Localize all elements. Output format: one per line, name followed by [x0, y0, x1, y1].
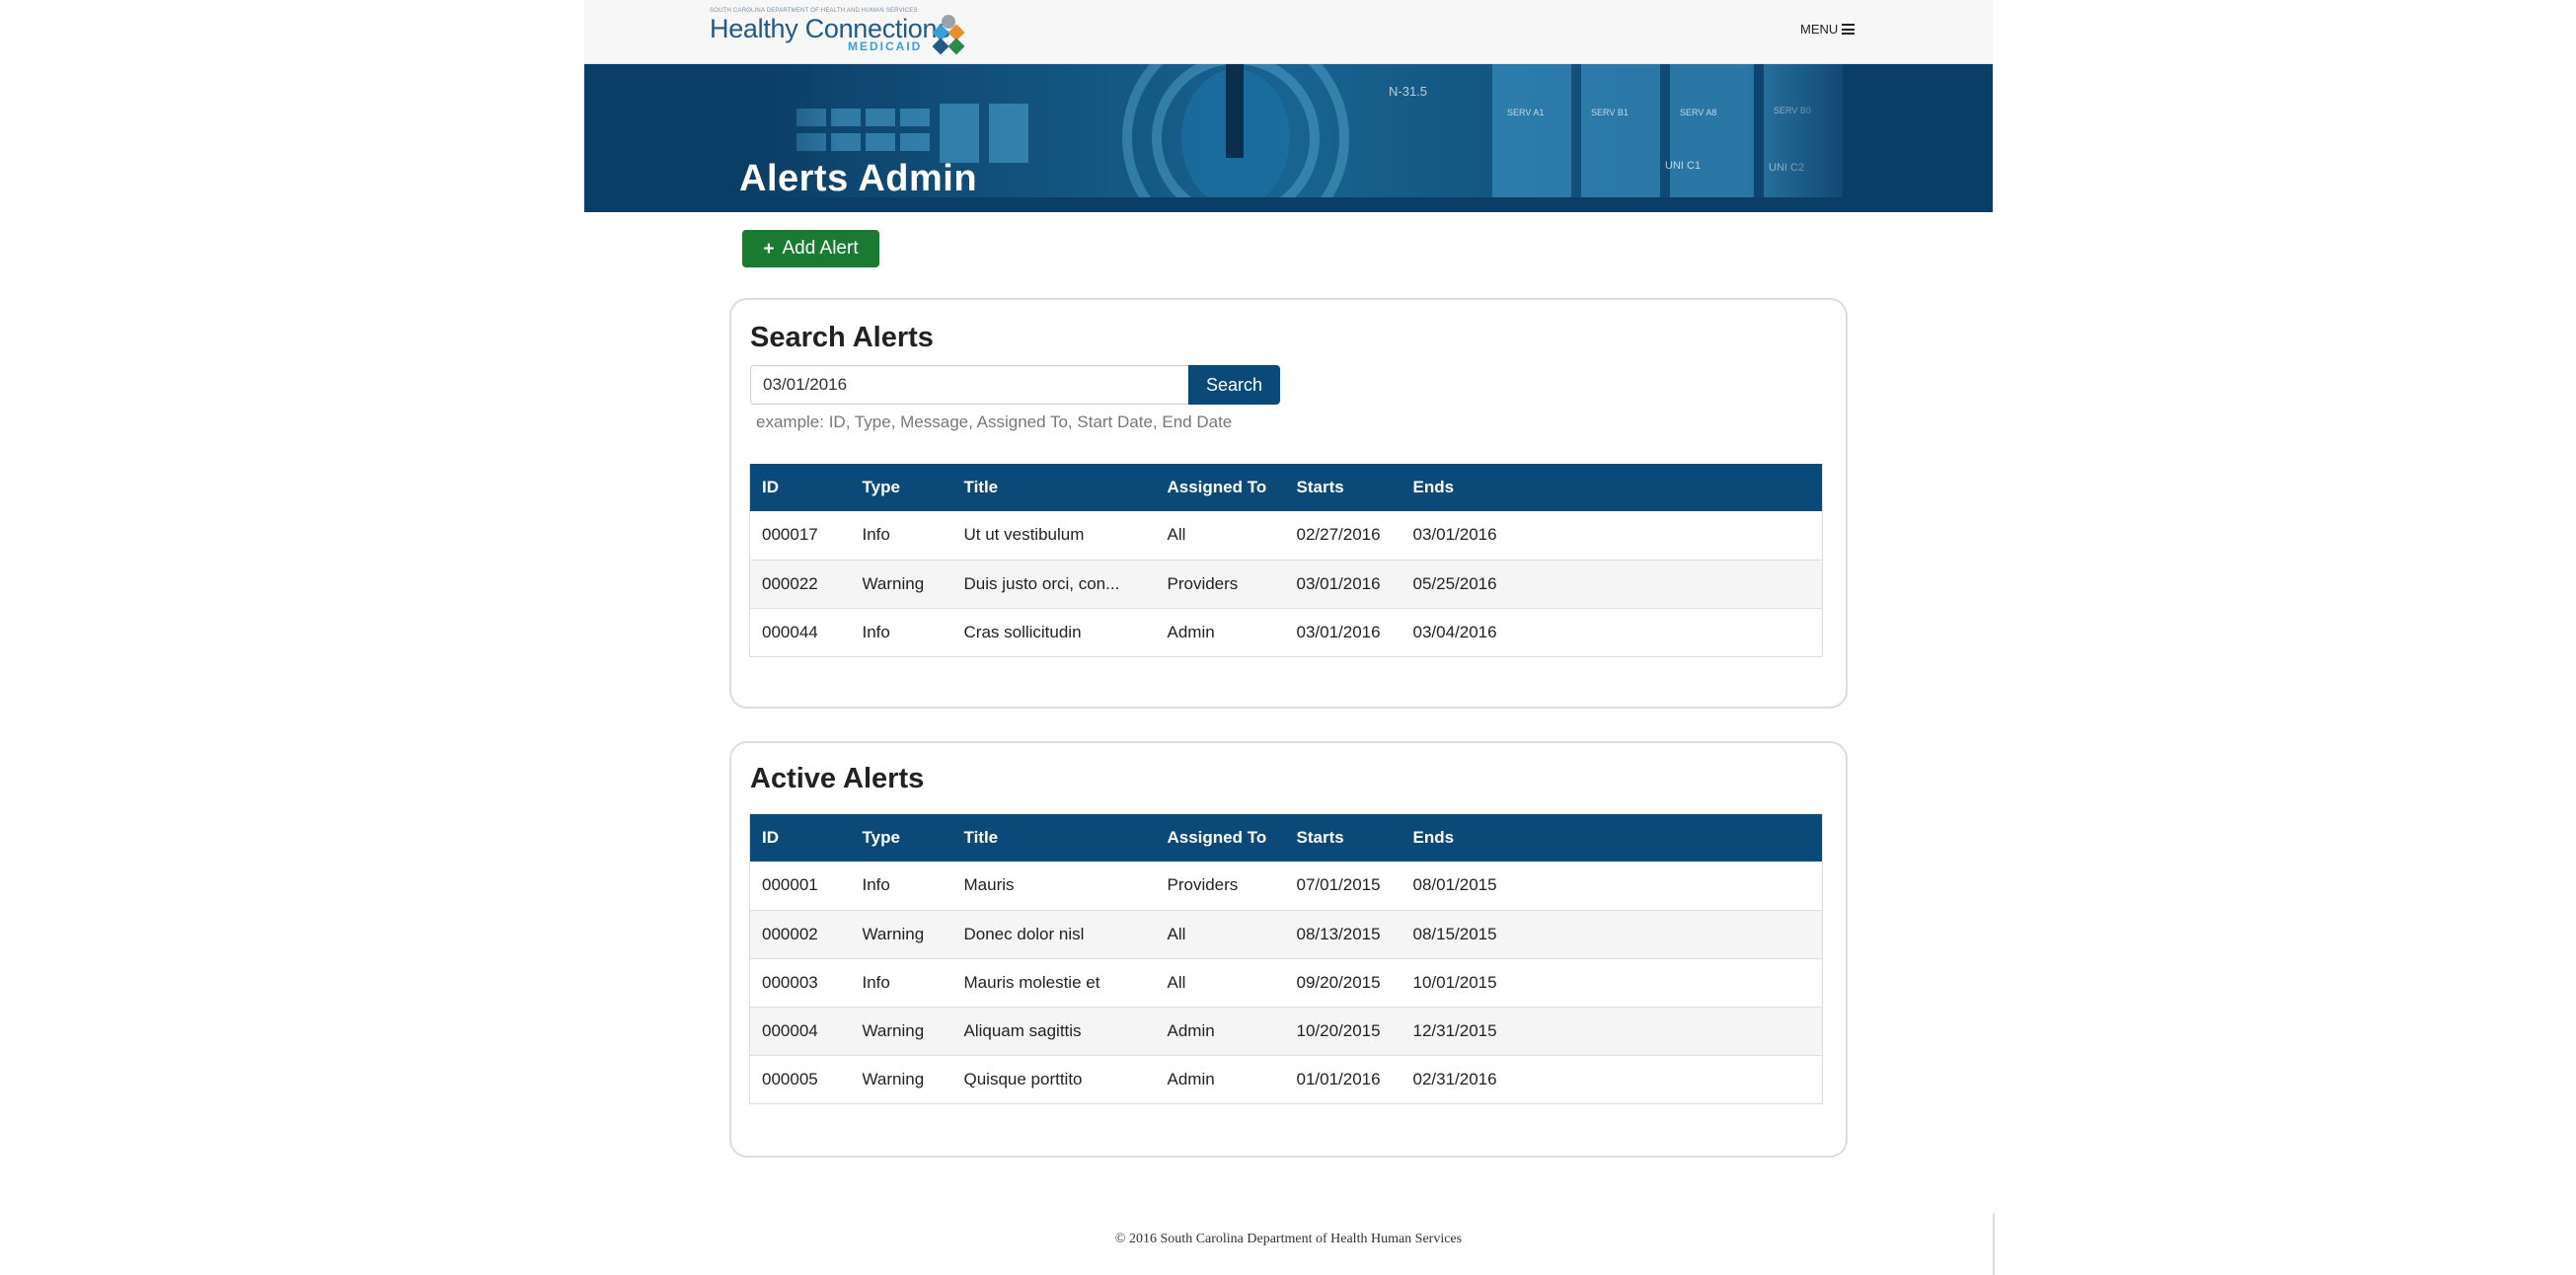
site-header: SOUTH CAROLINA DEPARTMENT OF HEALTH AND … [584, 0, 1993, 64]
column-header-id[interactable]: ID [749, 814, 851, 862]
cell-assigned-to: Providers [1155, 862, 1285, 911]
cell-title: Mauris molestie et [951, 958, 1156, 1008]
cell-title: Duis justo orci, con... [951, 560, 1156, 609]
column-header-ends[interactable]: Ends [1401, 814, 1823, 862]
cell-starts: 03/01/2016 [1284, 608, 1402, 657]
cell-starts: 09/20/2015 [1284, 958, 1402, 1008]
table-row[interactable]: 000017 Info Ut ut vestibulum All 02/27/2… [749, 511, 1823, 561]
hamburger-icon [1842, 24, 1856, 35]
cell-assigned-to: All [1155, 910, 1285, 959]
column-header-starts[interactable]: Starts [1284, 814, 1402, 862]
cell-starts: 07/01/2015 [1284, 862, 1402, 911]
search-input[interactable] [750, 365, 1188, 405]
cell-assigned-to: Admin [1155, 1007, 1285, 1056]
search-hint: example: ID, Type, Message, Assigned To,… [756, 412, 1233, 431]
cell-id: 000003 [749, 958, 851, 1008]
table-row[interactable]: 000022 Warning Duis justo orci, con... P… [749, 560, 1823, 609]
cell-ends: 05/25/2016 [1401, 560, 1823, 609]
search-alerts-heading: Search Alerts [750, 322, 934, 353]
plus-icon: + [763, 238, 775, 260]
column-header-type[interactable]: Type [850, 814, 952, 862]
column-header-title[interactable]: Title [951, 464, 1156, 511]
cell-id: 000001 [749, 862, 851, 911]
page-title: Alerts Admin [739, 158, 978, 199]
logo-medicaid-text: MEDICAID [848, 39, 923, 53]
svg-text:SERV A1: SERV A1 [1507, 108, 1544, 117]
cell-id: 000044 [749, 608, 851, 657]
cell-assigned-to: All [1155, 511, 1285, 561]
active-alerts-table: ID Type Title Assigned To Starts Ends 00… [749, 814, 1823, 1104]
active-alerts-panel: Active Alerts ID Type Title Assigned To … [729, 741, 1848, 1158]
column-header-title[interactable]: Title [951, 814, 1156, 862]
cell-starts: 08/13/2015 [1284, 910, 1402, 959]
cell-title: Quisque porttito [951, 1055, 1156, 1104]
svg-text:N-31.5: N-31.5 [1389, 84, 1427, 99]
cell-type: Warning [850, 1007, 952, 1056]
cell-id: 000005 [749, 1055, 851, 1104]
cell-type: Info [850, 608, 952, 657]
cell-ends: 03/04/2016 [1401, 608, 1823, 657]
table-row[interactable]: 000003 Info Mauris molestie et All 09/20… [749, 958, 1823, 1008]
svg-text:SERV B1: SERV B1 [1591, 108, 1629, 117]
table-row[interactable]: 000002 Warning Donec dolor nisl All 08/1… [749, 910, 1823, 959]
cell-starts: 01/01/2016 [1284, 1055, 1402, 1104]
table-header-row: ID Type Title Assigned To Starts Ends [749, 814, 1823, 862]
page-banner: SERV A1SERV B1 SERV A8SERV B0 UNI C1UNI … [584, 64, 1993, 212]
cell-type: Info [850, 862, 952, 911]
table-header-row: ID Type Title Assigned To Starts Ends [749, 464, 1823, 511]
table-row[interactable]: 000001 Info Mauris Providers 07/01/2015 … [749, 862, 1823, 911]
cell-starts: 02/27/2016 [1284, 511, 1402, 561]
add-alert-label: Add Alert [782, 238, 859, 259]
cell-id: 000017 [749, 511, 851, 561]
cell-starts: 10/20/2015 [1284, 1007, 1402, 1056]
menu-button[interactable]: MENU [1800, 22, 1856, 37]
add-alert-button[interactable]: + Add Alert [742, 230, 879, 267]
search-results-table: ID Type Title Assigned To Starts Ends 00… [749, 464, 1823, 657]
cell-title: Donec dolor nisl [951, 910, 1156, 959]
column-header-assigned-to[interactable]: Assigned To [1155, 464, 1285, 511]
cell-assigned-to: Providers [1155, 560, 1285, 609]
cell-id: 000022 [749, 560, 851, 609]
page: SOUTH CAROLINA DEPARTMENT OF HEALTH AND … [584, 0, 1993, 1275]
cell-title: Mauris [951, 862, 1156, 911]
svg-text:UNI C1: UNI C1 [1665, 160, 1701, 172]
active-alerts-heading: Active Alerts [750, 763, 925, 794]
cell-type: Warning [850, 560, 952, 609]
cell-type: Info [850, 511, 952, 561]
cell-id: 000004 [749, 1007, 851, 1056]
search-button[interactable]: Search [1188, 365, 1280, 405]
menu-label: MENU [1800, 22, 1839, 37]
cell-ends: 12/31/2015 [1401, 1007, 1823, 1056]
cell-title: Cras sollicitudin [951, 608, 1156, 657]
svg-text:SERV A8: SERV A8 [1680, 108, 1716, 117]
column-header-id[interactable]: ID [749, 464, 851, 511]
cell-starts: 03/01/2016 [1284, 560, 1402, 609]
healthy-connections-logo[interactable]: SOUTH CAROLINA DEPARTMENT OF HEALTH AND … [710, 8, 1006, 57]
table-row[interactable]: 000044 Info Cras sollicitudin Admin 03/0… [749, 608, 1823, 657]
column-header-starts[interactable]: Starts [1284, 464, 1402, 511]
cell-id: 000002 [749, 910, 851, 959]
cell-title: Ut ut vestibulum [951, 511, 1156, 561]
cell-ends: 02/31/2016 [1401, 1055, 1823, 1104]
column-header-assigned-to[interactable]: Assigned To [1155, 814, 1285, 862]
logo-x-mark-icon [932, 15, 965, 55]
column-header-ends[interactable]: Ends [1401, 464, 1823, 511]
cell-ends: 03/01/2016 [1401, 511, 1823, 561]
cell-type: Info [850, 958, 952, 1008]
footer-copyright: © 2016 South Carolina Department of Heal… [1114, 1232, 1463, 1246]
table-row[interactable]: 000004 Warning Aliquam sagittis Admin 10… [749, 1007, 1823, 1056]
cell-type: Warning [850, 1055, 952, 1104]
cell-ends: 08/01/2015 [1401, 862, 1823, 911]
cell-title: Aliquam sagittis [951, 1007, 1156, 1056]
cell-ends: 08/15/2015 [1401, 910, 1823, 959]
cell-assigned-to: All [1155, 958, 1285, 1008]
cell-assigned-to: Admin [1155, 1055, 1285, 1104]
cell-type: Warning [850, 910, 952, 959]
divider [1993, 1214, 1995, 1275]
table-row[interactable]: 000005 Warning Quisque porttito Admin 01… [749, 1055, 1823, 1104]
column-header-type[interactable]: Type [850, 464, 952, 511]
search-alerts-panel: Search Alerts Search example: ID, Type, … [729, 298, 1848, 709]
cell-ends: 10/01/2015 [1401, 958, 1823, 1008]
cell-assigned-to: Admin [1155, 608, 1285, 657]
